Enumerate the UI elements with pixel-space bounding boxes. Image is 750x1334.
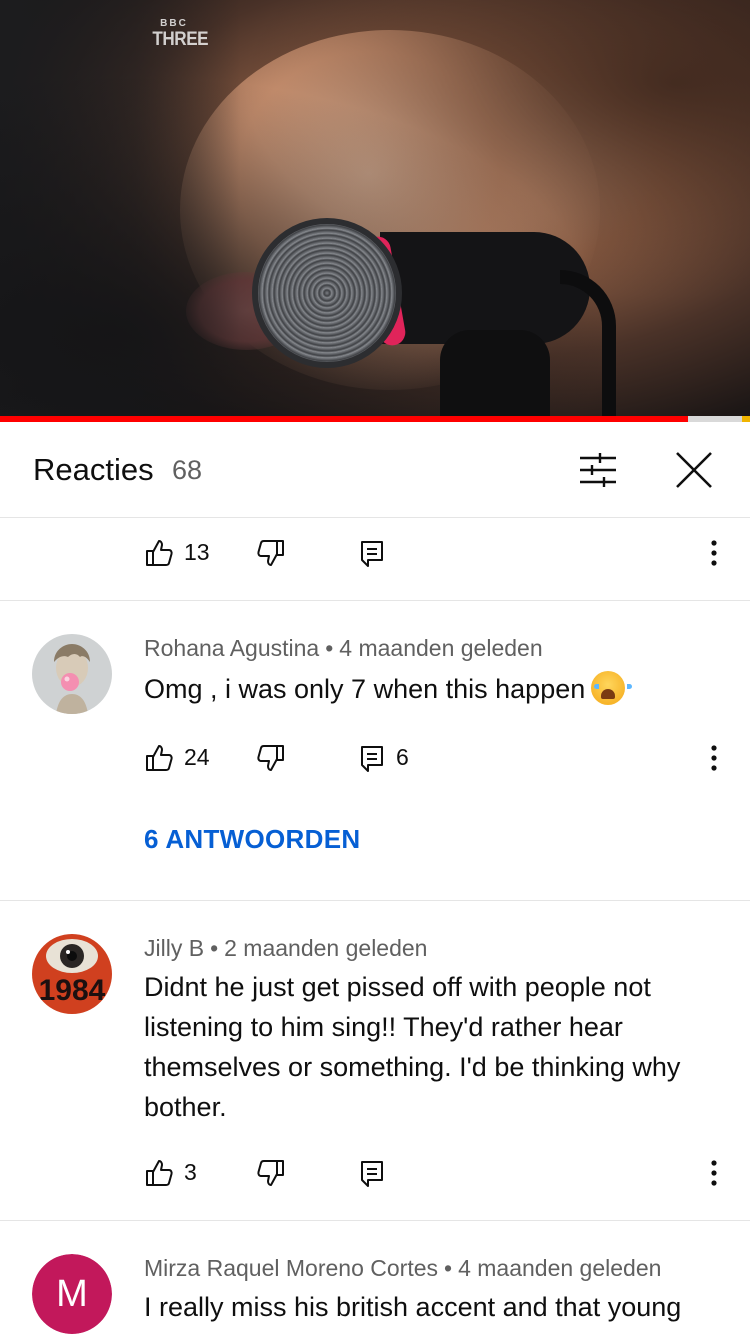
microphone-stand [440, 330, 550, 418]
channel-logo-top: BBC [160, 18, 188, 29]
like-count: 13 [184, 539, 210, 565]
thumbs-down-icon [257, 540, 284, 566]
comment-meta: Rohana Agustina • 4 maanden geleden [144, 635, 543, 662]
more-options-button[interactable] [700, 741, 728, 775]
microphone-body [380, 232, 590, 344]
comment-author[interactable]: Rohana Agustina [144, 635, 319, 661]
channel-logo-bottom: THREE [152, 29, 209, 50]
comment-meta: Jilly B • 2 maanden geleden [144, 935, 427, 962]
comment-item: Rohana Agustina • 4 maanden geleden Omg , … [0, 601, 750, 901]
sort-comments-button[interactable] [576, 450, 620, 490]
comment-actions: 24 6 [0, 727, 750, 787]
dislike-button[interactable] [256, 538, 286, 568]
avatar-lettering: 1984 [39, 974, 106, 1007]
comment-text: Omg , i was only 7 when this happen [144, 669, 724, 709]
reply-button[interactable] [358, 538, 386, 568]
like-button[interactable] [144, 743, 174, 773]
comment-item: M Mirza Raquel Moreno Cortes • 4 maanden g… [0, 1221, 750, 1334]
microphone-grille [252, 218, 402, 368]
comment-text: I really miss his british accent and tha… [144, 1292, 682, 1322]
more-options-button[interactable] [700, 1156, 728, 1190]
comment-icon [361, 746, 383, 772]
thumbs-up-icon [146, 1160, 173, 1186]
sliders-icon [580, 453, 616, 487]
comment-author[interactable]: Jilly B [144, 935, 204, 961]
video-frame-shading [0, 0, 750, 418]
comment-actions: 3 [0, 1142, 750, 1202]
comment-author[interactable]: Mirza Raquel Moreno Cortes [144, 1255, 438, 1281]
comment-age: 4 maanden geleden [458, 1255, 662, 1281]
view-replies-link[interactable]: 6 ANTWOORDEN [144, 824, 360, 855]
statue-bubblegum-avatar-icon [32, 634, 112, 714]
dislike-button[interactable] [256, 743, 286, 773]
comment-text-content: Omg , i was only 7 when this happen [144, 674, 586, 704]
channel-logo: BBC THREE [150, 18, 209, 51]
more-vertical-icon [711, 1160, 717, 1186]
comment-icon [361, 1161, 383, 1187]
thumbs-down-icon [257, 745, 284, 771]
thumbs-down-icon [257, 1160, 284, 1186]
reply-button[interactable] [358, 1158, 386, 1188]
meta-separator: • [325, 635, 334, 661]
video-player[interactable]: BBC THREE [0, 0, 750, 418]
more-options-button[interactable] [700, 536, 728, 570]
avatar[interactable] [32, 634, 112, 714]
thumbs-up-icon [146, 540, 173, 566]
comment-icon [361, 541, 383, 567]
close-icon [676, 452, 712, 488]
loudly-crying-face-icon [591, 671, 633, 705]
comments-header: Reacties 68 [0, 422, 750, 518]
comment-item: 1984 Jilly B • 2 maanden geleden Didnt he … [0, 901, 750, 1221]
comment-actions: 13 [0, 522, 750, 582]
reply-button[interactable] [358, 743, 386, 773]
avatar-letter: M [32, 1254, 112, 1334]
avatar[interactable]: M [32, 1254, 112, 1334]
avatar[interactable]: 1984 [32, 934, 112, 1014]
thumbs-up-icon [146, 745, 173, 771]
meta-separator: • [444, 1255, 453, 1281]
comment-age: 2 maanden geleden [224, 935, 428, 961]
dislike-button[interactable] [256, 1158, 286, 1188]
like-button[interactable] [144, 538, 174, 568]
close-comments-button[interactable] [672, 448, 716, 492]
meta-separator: • [210, 935, 219, 961]
like-count: 24 [184, 744, 210, 770]
reply-count: 6 [396, 744, 409, 770]
comment-meta: Mirza Raquel Moreno Cortes • 4 maanden gel… [144, 1255, 661, 1282]
comments-count: 68 [172, 455, 203, 485]
comments-title: Reacties [33, 452, 154, 487]
more-vertical-icon [711, 540, 717, 566]
like-count: 3 [184, 1159, 197, 1185]
more-vertical-icon [711, 745, 717, 771]
comment-age: 4 maanden geleden [339, 635, 543, 661]
1984-eye-avatar-icon: 1984 [32, 934, 112, 1014]
like-button[interactable] [144, 1158, 174, 1188]
comment-text: Didnt he just get pissed off with people… [144, 972, 681, 1122]
